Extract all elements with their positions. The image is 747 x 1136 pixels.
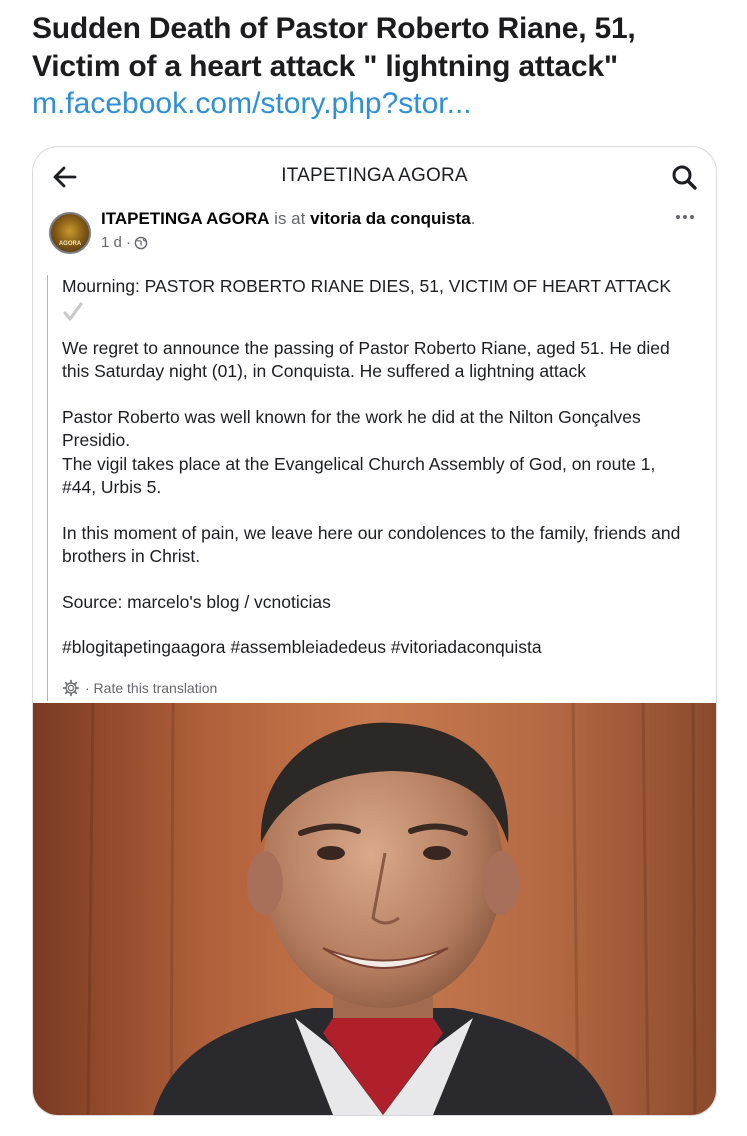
page-name-link[interactable]: ITAPETINGA AGORA (101, 209, 269, 228)
page-title: ITAPETINGA AGORA (281, 165, 468, 186)
place-period: . (470, 209, 476, 228)
avatar-logo-text: AGORA (58, 241, 82, 247)
gear-icon (62, 679, 80, 697)
check-mark-icon (63, 302, 83, 320)
search-icon[interactable] (670, 163, 698, 191)
page-avatar[interactable]: AGORA (49, 212, 91, 254)
post-title-line: Mourning: PASTOR ROBERTO RIANE DIES, 51,… (62, 276, 672, 296)
is-at-text: is at (269, 209, 311, 228)
post-meta: 1 d · (101, 234, 148, 251)
rate-translation-row[interactable]: · Rate this translation (62, 679, 217, 697)
portrait-photo[interactable] (33, 703, 716, 1115)
headline-line-2: Victim of a heart attack " lightning att… (32, 50, 618, 83)
more-horizontal-icon[interactable] (674, 207, 696, 227)
rate-translation-link[interactable]: · Rate this translation (85, 680, 217, 696)
post-paragraph-3: The vigil takes place at the Evangelical… (62, 453, 656, 498)
post-hashtags[interactable]: #blogitapetingaagora #assembleiadedeus #… (62, 636, 692, 660)
top-bar: ITAPETINGA AGORA (33, 147, 716, 205)
headline-line-1: Sudden Death of Pastor Roberto Riane, 51… (32, 12, 636, 45)
post-body: Mourning: PASTOR ROBERTO RIANE DIES, 51,… (47, 275, 698, 701)
facebook-post-card: ITAPETINGA AGORA AGORA ITAPETINGA AGORA … (32, 146, 717, 1116)
post-source: Source: marcelo's blog / vcnoticias (62, 591, 331, 612)
place-link[interactable]: vitoria da conquista (310, 209, 471, 228)
post-paragraph-2: Pastor Roberto was well known for the wo… (62, 406, 641, 451)
globe-icon (134, 236, 148, 249)
post-paragraph-1: We regret to announce the passing of Pas… (62, 337, 670, 382)
story-link[interactable]: m.facebook.com/story.php?stor... (32, 84, 472, 124)
post-time[interactable]: 1 d · (101, 234, 131, 251)
post-header: ITAPETINGA AGORA is at vitoria da conqui… (101, 209, 475, 229)
post-paragraph-4: In this moment of pain, we leave here ou… (62, 522, 681, 567)
headline: Sudden Death of Pastor Roberto Riane, 51… (32, 10, 732, 86)
